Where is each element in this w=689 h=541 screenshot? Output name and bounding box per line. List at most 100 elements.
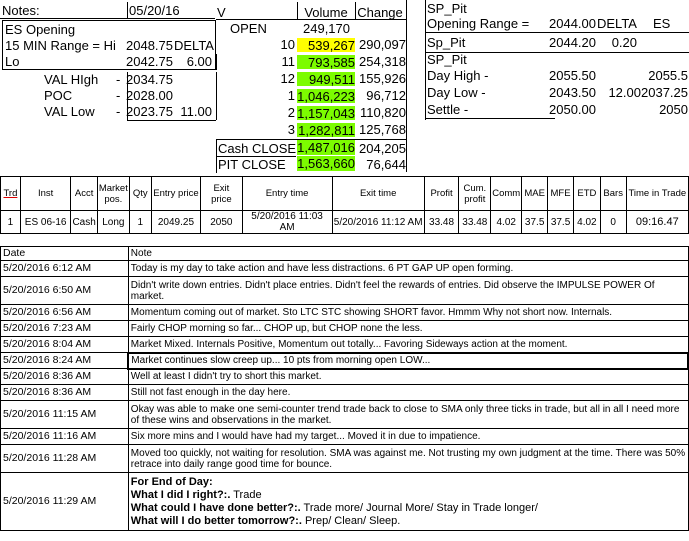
- eod-question-right: What I did I right?:.: [130, 488, 231, 501]
- log-final-date: 5/20/2016 11:29 AM: [0, 472, 129, 531]
- trade-cell: 2049.25: [150, 210, 202, 234]
- day-low-label: Day Low -: [427, 85, 486, 100]
- opening-range-value: 2044.00: [549, 16, 596, 31]
- log-entry-date: 5/20/2016 8:04 AM: [0, 336, 129, 353]
- log-entry-note: Still not fast enough in the day here.: [127, 384, 689, 401]
- trade-header-cell[interactable]: ETD: [572, 176, 601, 211]
- log-entry-row[interactable]: 5/20/2016 8:36 AM Still not fast enough i…: [0, 384, 689, 401]
- log-entry-row[interactable]: 5/20/2016 8:24 AM Market continues slow c…: [0, 351, 689, 370]
- volume-row-volume: 949,511: [297, 71, 355, 86]
- log-entry-row[interactable]: 5/20/2016 8:36 AM Well at least I didn't …: [0, 368, 689, 385]
- trade-header-cell[interactable]: Entry time: [241, 176, 333, 211]
- log-entry-note: Market continues slow creep up... 10 pts…: [127, 351, 689, 370]
- trade-cell: 37.5: [547, 210, 574, 234]
- sp-pit-levels-label: SP_Pit: [427, 52, 467, 67]
- volume-row-change: 155,926: [359, 71, 406, 86]
- sp-pit-open-value: 2044.20: [549, 35, 596, 50]
- trade-header-cell[interactable]: Comm: [490, 176, 523, 211]
- log-entry-row[interactable]: 5/20/2016 11:15 AM Okay was able to make …: [0, 400, 689, 429]
- log-entry-note: Moved too quickly, not waiting for resol…: [127, 444, 689, 473]
- log-entry-date: 5/20/2016 6:56 AM: [0, 304, 129, 321]
- log-entry-row[interactable]: 5/20/2016 6:12 AM Today is my day to take…: [0, 260, 689, 277]
- range-low-value: 2042.75: [126, 54, 173, 69]
- log-entry-date: 5/20/2016 8:36 AM: [0, 368, 129, 385]
- pit-close-label: PIT CLOSE: [218, 157, 286, 172]
- log-entry-date: 5/20/2016 6:50 AM: [0, 276, 129, 305]
- sp-pit-label: SP_Pit: [427, 1, 467, 16]
- open-volume: 249,170: [303, 21, 350, 36]
- trade-cell: 2050: [200, 210, 243, 234]
- val-high-value: 2034.75: [126, 72, 173, 87]
- val-low-delta: 11.00: [180, 104, 212, 119]
- volume-row-volume: 539,267: [297, 37, 355, 52]
- cash-close-volume: 1,487,016: [297, 140, 355, 155]
- trade-header-cell[interactable]: Profit: [423, 176, 460, 211]
- open-label: OPEN: [230, 21, 267, 36]
- volume-row-volume: 1,046,223: [297, 88, 355, 103]
- log-entry-date: 5/20/2016 8:24 AM: [0, 352, 129, 369]
- trade-header-cell[interactable]: Trd: [0, 176, 21, 211]
- log-entry-note: Fairly CHOP morning so far... CHOP up, b…: [127, 320, 689, 337]
- trade-header-cell[interactable]: Market pos.: [96, 176, 130, 211]
- volume-row-hour: 3: [287, 122, 295, 137]
- range-delta-value: 6.00: [186, 54, 212, 69]
- log-entry-row[interactable]: 5/20/2016 8:04 AM Market Mixed. Internals…: [0, 336, 689, 353]
- log-entry-row[interactable]: 5/20/2016 6:50 AM Didn't write down entri…: [0, 276, 689, 305]
- val-low-value: 2023.75: [126, 104, 173, 119]
- range-label: 15 MIN Range = Hi: [5, 38, 116, 53]
- opening-range-label: Opening Range =: [427, 16, 530, 31]
- volume-row-volume: 793,585: [297, 54, 355, 69]
- trade-cell: Long: [96, 210, 130, 234]
- log-entry-date: 5/20/2016 8:36 AM: [0, 384, 129, 401]
- trade-performance-table: Trd Inst Acct Market pos. Qty Entry price Exit…: [0, 176, 689, 234]
- poc-label: POC: [44, 88, 73, 103]
- volume-row-volume: 1,282,811: [297, 122, 355, 137]
- trade-row[interactable]: 1 ES 06-16 Cash Long 1 2049.25 2050 5/20/2016 1…: [0, 210, 689, 234]
- settle-es: 2050: [659, 102, 688, 117]
- eod-question-better: What could I have done better?:.: [130, 501, 301, 514]
- eod-heading: For End of Day:: [130, 475, 213, 488]
- trade-cell: 0: [599, 210, 627, 234]
- log-entry-row[interactable]: 5/20/2016 7:23 AM Fairly CHOP morning so …: [0, 320, 689, 337]
- log-final-row[interactable]: 5/20/2016 11:29 AM For End of Day: What I …: [0, 472, 689, 531]
- sp-pit-open-delta: 0.20: [611, 35, 637, 50]
- eod-question-tomorrow: What will I do better tomorrow?:.: [130, 514, 302, 527]
- log-entry-row[interactable]: 5/20/2016 11:28 AM Moved too quickly, not…: [0, 444, 689, 473]
- log-header-row: Date Note: [0, 246, 689, 261]
- trade-cell: 37.5: [521, 210, 549, 234]
- trade-cell: 4.02: [490, 210, 523, 234]
- poc-value: 2028.00: [126, 88, 173, 103]
- trade-header-cell[interactable]: MAE: [521, 176, 549, 211]
- trade-header-cell[interactable]: Exit price: [200, 176, 243, 211]
- volume-row-hour: 1: [287, 88, 295, 103]
- eod-answer-tomorrow: Prep/ Clean/ Sleep.: [301, 514, 401, 527]
- trade-header-cell[interactable]: Entry price: [150, 176, 202, 211]
- log-entry-date: 5/20/2016 7:23 AM: [0, 320, 129, 337]
- pit-close-volume: 1,563,660: [297, 156, 355, 171]
- trade-header-cell[interactable]: Bars: [599, 176, 627, 211]
- day-high-es: 2055.5: [648, 68, 688, 83]
- day-low-es: 2037.25: [641, 85, 688, 100]
- log-entry-date: 5/20/2016 11:28 AM: [0, 444, 129, 473]
- day-high-label: Day High -: [427, 68, 489, 83]
- trade-header-cell[interactable]: Acct: [70, 176, 98, 211]
- volume-row-change: 290,097: [359, 37, 406, 52]
- trade-cell: 09:16.47: [625, 210, 689, 234]
- note-header: Note: [127, 246, 689, 261]
- sp-pit-open-label: Sp_Pit: [427, 35, 466, 50]
- trade-header-cell[interactable]: Qty: [128, 176, 152, 211]
- trade-header-cell[interactable]: Exit time: [331, 176, 425, 211]
- trade-header-cell[interactable]: Time in Trade: [625, 176, 689, 211]
- trade-header-cell[interactable]: MFE: [547, 176, 574, 211]
- levels-sheet: Notes: 05/20/16 V Volume Change OPEN 249…: [0, 0, 689, 175]
- trade-cell: ES 06-16: [19, 210, 72, 234]
- volume-row-hour: 11: [281, 54, 296, 69]
- log-entry-row[interactable]: 5/20/2016 6:56 AM Momentum coming out of …: [0, 304, 689, 321]
- range-high-value: 2048.75: [126, 38, 173, 53]
- opening-range-es-label: ES: [653, 16, 671, 31]
- trade-header-cell[interactable]: Cum. profit: [458, 176, 492, 211]
- log-entry-date: 5/20/2016 11:16 AM: [0, 428, 129, 445]
- log-entry-row[interactable]: 5/20/2016 11:16 AM Six more mins and I wo…: [0, 428, 689, 445]
- settle-value: 2050.00: [549, 102, 596, 117]
- trade-header-cell[interactable]: Inst: [19, 176, 72, 211]
